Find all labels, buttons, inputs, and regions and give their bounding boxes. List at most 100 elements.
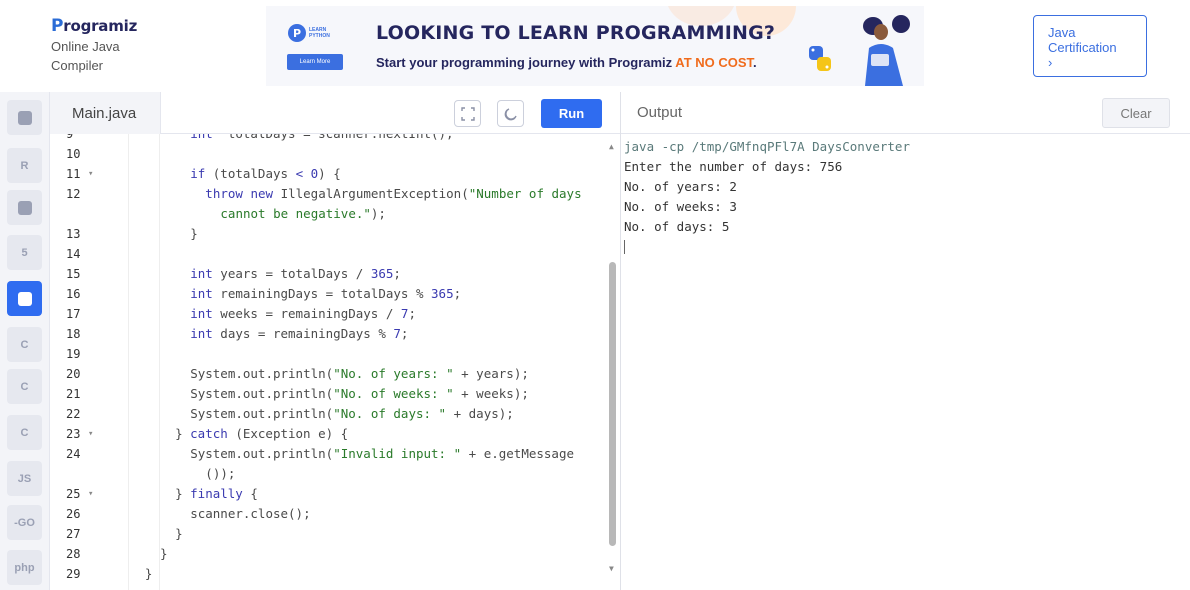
line-number: 11 (66, 167, 81, 181)
clear-button[interactable]: Clear (1102, 98, 1170, 128)
moon-icon (504, 107, 517, 120)
code-token: ); (370, 206, 386, 221)
sql-icon[interactable] (7, 190, 42, 225)
ad-subline: Start your programming journey with Prog… (376, 55, 757, 70)
output-line: java -cp /tmp/GMfnqPFl7A DaysConverter (624, 139, 910, 154)
code-line: 22 System.out.println("No. of days: " + d… (50, 404, 595, 424)
sidebar-item-label: C (20, 380, 29, 393)
code-token: "No. of days: " (333, 406, 447, 421)
code-line: 16 int remainingDays = totalDays % 365; (50, 284, 595, 304)
code-token: 7 (393, 326, 401, 341)
code-line: 15 int years = totalDays / 365; (50, 264, 595, 284)
code-line: 13} (50, 224, 595, 244)
code-token: } (190, 226, 198, 241)
python-icon[interactable] (7, 100, 42, 135)
ad-subline-text: Start your programming journey with Prog… (376, 55, 676, 70)
code-token: + years); (453, 366, 529, 381)
line-number: 26 (66, 507, 81, 521)
brand-subtitle-2: Compiler (51, 58, 104, 73)
go-icon[interactable]: -GO (7, 505, 42, 540)
brand-subtitle-1: Online Java (51, 39, 120, 54)
line-number: 21 (66, 387, 81, 401)
theme-toggle-button[interactable] (497, 100, 524, 127)
fullscreen-icon (460, 106, 475, 121)
code-token: throw (205, 186, 243, 201)
sql-icon-glyph (17, 200, 32, 215)
brand[interactable]: Programiz Online Java Compiler (51, 16, 137, 74)
code-line: 25 ▾ } finally { (50, 484, 595, 504)
code-token: ; (408, 306, 416, 321)
code-token: + weeks); (453, 386, 529, 401)
line-number: 14 (66, 247, 81, 261)
output-console[interactable]: java -cp /tmp/GMfnqPFl7A DaysConverter En… (621, 134, 1190, 590)
sidebar-item-label: php (14, 561, 35, 574)
file-tab-main-java[interactable]: Main.java (50, 92, 161, 134)
code-text: int years = totalDays / 365; (190, 264, 401, 284)
code-token: if (190, 166, 206, 181)
line-number: 18 (66, 327, 81, 341)
c-icon[interactable]: C (7, 327, 42, 362)
chevron-right-icon: › (1048, 55, 1053, 70)
php-icon[interactable]: php (7, 550, 42, 585)
line-number: 25 (66, 487, 81, 501)
ad-banner[interactable]: P LEARN PYTHON Learn More LOOKING TO LEAR… (266, 6, 924, 86)
logo-name: rogramiz (63, 17, 138, 35)
sidebar-item-label: -GO (14, 516, 35, 529)
code-token: } (144, 566, 153, 581)
code-token: System.out.println( (190, 386, 334, 401)
cert-button-line: Java (1048, 25, 1076, 40)
code-editor[interactable]: ▲ ▼ 9 int totalDays = scanner.nextInt(); 1… (50, 134, 620, 590)
code-line: 14 (50, 244, 595, 264)
line-number: 20 (66, 367, 81, 381)
ad-subline-end: . (753, 55, 757, 70)
html-icon[interactable]: 5 (7, 235, 42, 270)
cpp-icon[interactable]: C (7, 369, 42, 404)
code-line: 18 int days = remainingDays % 7; (50, 324, 595, 344)
line-number: 28 (66, 547, 81, 561)
code-text: } catch (Exception e) { (175, 424, 348, 444)
line-number: 15 (66, 267, 81, 281)
code-token: new (250, 186, 274, 201)
code-token: scanner.close(); (190, 506, 311, 521)
code-line: ()); (50, 464, 595, 484)
learn-more-button[interactable]: Learn More (287, 54, 343, 70)
code-text: } (160, 544, 168, 564)
java-certification-button[interactable]: Java Certification › (1033, 15, 1147, 77)
code-line: 24 System.out.println("Invalid input: " +… (50, 444, 595, 464)
output-line: No. of years: 2 (624, 179, 737, 194)
fold-toggle-icon[interactable]: ▾ (88, 484, 93, 504)
sidebar-item-label: JS (17, 472, 32, 485)
fullscreen-button[interactable] (454, 100, 481, 127)
code-text: System.out.println("Invalid input: " + e… (190, 444, 574, 464)
line-number: 27 (66, 527, 81, 541)
programiz-logo[interactable]: Programiz (51, 16, 137, 36)
line-number: 12 (66, 187, 81, 201)
code-token: "Number of days (468, 186, 582, 201)
code-text: } finally { (175, 484, 258, 504)
fold-toggle-icon[interactable]: ▾ (88, 424, 93, 444)
line-number: 16 (66, 287, 81, 301)
code-token: int (190, 306, 213, 321)
code-token: int (190, 134, 213, 141)
code-token: int (190, 286, 213, 301)
csharp-icon[interactable]: C (7, 415, 42, 450)
js-icon[interactable]: JS (7, 461, 42, 496)
code-token: int (190, 266, 213, 281)
code-token: "Invalid input: " (333, 446, 462, 461)
code-line: 9 int totalDays = scanner.nextInt(); (50, 134, 595, 144)
java-icon[interactable] (7, 281, 42, 316)
code-token: System.out.println( (190, 366, 334, 381)
editor-scrollbar-thumb[interactable] (609, 262, 616, 546)
scroll-up-icon[interactable]: ▲ (609, 142, 614, 151)
r-icon[interactable]: R (7, 148, 42, 183)
line-number: 22 (66, 407, 81, 421)
run-button[interactable]: Run (541, 99, 602, 128)
code-text: } (175, 524, 183, 544)
fold-toggle-icon[interactable]: ▾ (88, 164, 93, 184)
code-token: ()); (205, 466, 236, 481)
line-number: 29 (66, 567, 81, 581)
learn-python-badge: P LEARN PYTHON (288, 21, 342, 45)
code-line: 20 System.out.println("No. of years: " + … (50, 364, 595, 384)
scroll-down-icon[interactable]: ▼ (609, 564, 614, 573)
